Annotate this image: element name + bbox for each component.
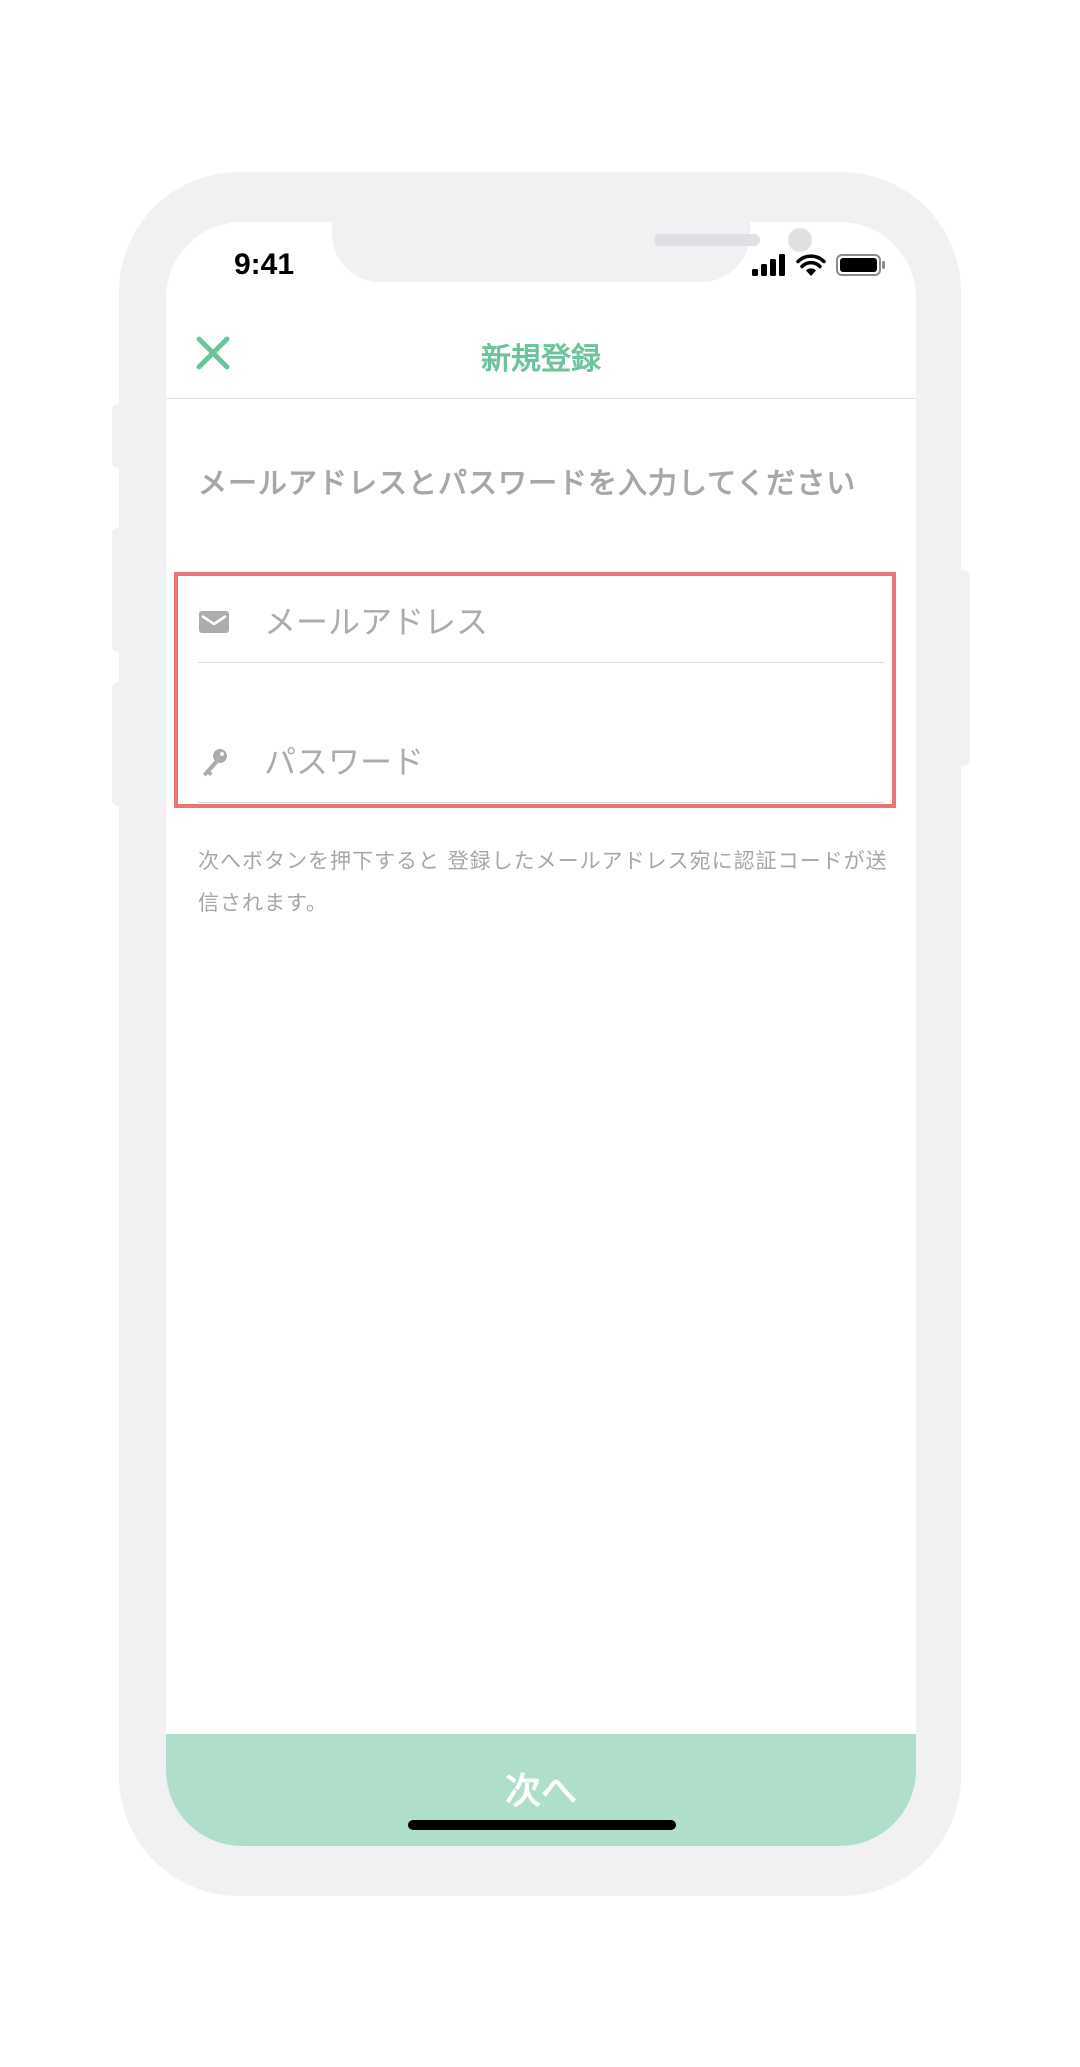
front-camera: [788, 228, 812, 252]
email-field[interactable]: [198, 582, 884, 663]
phone-volume-up-button: [112, 528, 124, 652]
next-button-label: 次へ: [504, 1770, 577, 1811]
phone-side-button: [112, 404, 124, 468]
phone-power-button: [956, 570, 970, 766]
password-field[interactable]: [198, 722, 884, 803]
email-input[interactable]: [264, 598, 864, 646]
app-screen: 9:41 新規登録 メールアドレスとパスワードを入力してください メールアドレス…: [166, 222, 916, 1846]
home-indicator: [408, 1820, 676, 1830]
phone-volume-down-button: [112, 682, 124, 806]
nav-bar: 新規登録: [166, 306, 916, 399]
password-input[interactable]: [264, 738, 864, 786]
status-time: 9:41: [234, 248, 295, 281]
notch: [332, 222, 812, 282]
speaker: [654, 234, 760, 246]
mail-icon: [199, 611, 229, 633]
key-icon: [203, 749, 227, 777]
cellular-signal-icon: [752, 254, 785, 276]
wifi-icon: [796, 254, 826, 276]
instruction-text: メールアドレスとパスワードを入力してください: [198, 466, 857, 500]
status-icons: [752, 254, 886, 276]
page-title: 新規登録: [481, 342, 601, 377]
battery-icon: [836, 254, 885, 276]
info-note: 次へボタンを押下すると 登録したメールアドレス宛に認証コードが送信されます。: [198, 849, 888, 915]
